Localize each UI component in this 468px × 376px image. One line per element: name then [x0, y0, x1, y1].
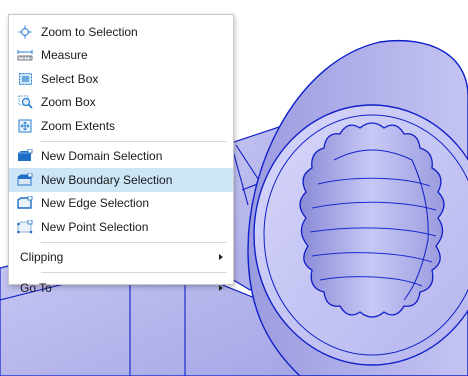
menu-separator [41, 272, 227, 273]
submenu-arrow-icon [219, 254, 223, 261]
zoom-to-selection-icon [9, 25, 41, 39]
menu-item-label: New Domain Selection [41, 149, 163, 164]
menu-item-label: New Point Selection [41, 219, 149, 234]
menu-item-label: Select Box [41, 71, 99, 86]
menu-item-new-point-selection[interactable]: New Point Selection [9, 215, 233, 239]
menu-item-zoom-extents[interactable]: Zoom Extents [9, 114, 233, 138]
menu-item-label: Measure [41, 48, 88, 63]
context-menu: Zoom to Selection Measure Select Box Zoo… [8, 14, 234, 295]
menu-item-new-edge-selection[interactable]: New Edge Selection [9, 192, 233, 216]
menu-item-zoom-box[interactable]: Zoom Box [9, 91, 233, 115]
menu-separator [41, 241, 227, 243]
menu-item-label: Clipping [20, 250, 64, 265]
new-boundary-selection-icon [9, 172, 41, 187]
menu-separator [41, 140, 227, 142]
menu-item-label: Zoom Box [41, 95, 96, 110]
new-domain-selection-icon [9, 149, 41, 163]
menu-item-go-to[interactable]: Go To [9, 276, 233, 300]
menu-item-label: Zoom Extents [41, 118, 116, 133]
zoom-box-icon [9, 95, 41, 109]
menu-item-select-box[interactable]: Select Box [9, 67, 233, 91]
menu-item-new-domain-selection[interactable]: New Domain Selection [9, 145, 233, 169]
measure-icon [9, 49, 41, 61]
new-point-selection-icon [9, 219, 41, 234]
zoom-extents-icon [9, 119, 41, 133]
new-edge-selection-icon [9, 196, 41, 210]
submenu-arrow-icon [219, 284, 223, 291]
spline-bore [299, 122, 445, 318]
select-box-icon [9, 72, 41, 86]
menu-item-label: New Edge Selection [41, 196, 150, 211]
menu-item-clipping[interactable]: Clipping [9, 246, 233, 270]
menu-item-new-boundary-selection[interactable]: New Boundary Selection [9, 168, 233, 192]
menu-item-label: New Boundary Selection [41, 172, 173, 187]
menu-item-label: Go To [20, 280, 52, 295]
menu-item-measure[interactable]: Measure [9, 44, 233, 68]
menu-item-zoom-to-selection[interactable]: Zoom to Selection [9, 20, 233, 44]
menu-item-label: Zoom to Selection [41, 24, 138, 39]
